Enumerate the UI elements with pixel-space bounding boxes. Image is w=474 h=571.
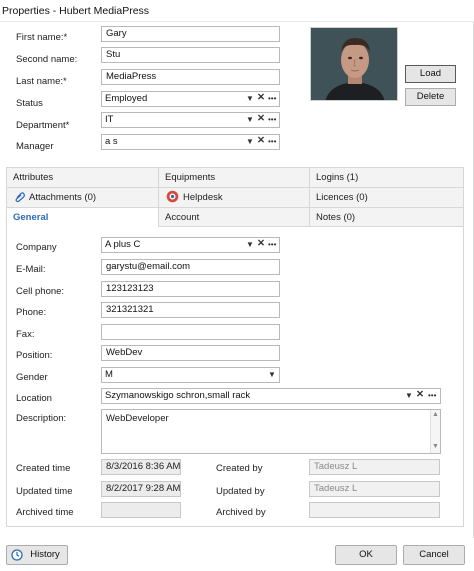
ellipsis-icon[interactable]: •••	[268, 240, 276, 250]
portrait-image	[311, 28, 397, 100]
description-scrollbar[interactable]: ▲ ▼	[430, 410, 440, 453]
manager-value: a s	[105, 136, 118, 147]
tab-helpdesk[interactable]: Helpdesk	[158, 187, 309, 207]
tab-licences[interactable]: Licences (0)	[309, 187, 464, 207]
chevron-down-icon[interactable]: ▼	[246, 94, 254, 104]
created-time-field: 8/3/2016 8:36 AM	[101, 459, 181, 475]
window-title: Properties - Hubert MediaPress	[2, 5, 150, 17]
manager-select[interactable]: a s ▼ ✕ •••	[101, 134, 280, 150]
location-select[interactable]: Szymanowskigo schron,small rack ▼ ✕ •••	[101, 388, 441, 404]
tab-attributes[interactable]: Attributes	[6, 167, 158, 187]
department-select[interactable]: IT ▼ ✕ •••	[101, 112, 280, 128]
paperclip-icon	[15, 192, 25, 203]
location-label: Location	[16, 393, 52, 404]
second-name-field[interactable]: Stu	[101, 47, 280, 63]
chevron-down-icon[interactable]: ▼	[268, 370, 276, 380]
first-name-label: First name:*	[16, 32, 68, 43]
chevron-down-icon[interactable]: ▼	[246, 240, 254, 250]
gender-label: Gender	[16, 372, 48, 383]
tab-account[interactable]: Account	[158, 207, 309, 227]
title-bar: Properties - Hubert MediaPress	[0, 0, 474, 22]
position-label: Position:	[16, 350, 53, 361]
profile-photo	[310, 27, 398, 101]
updated-time-label: Updated time	[16, 486, 73, 497]
ellipsis-icon[interactable]: •••	[428, 391, 436, 401]
ellipsis-icon[interactable]: •••	[268, 137, 276, 147]
archived-by-label: Archived by	[216, 507, 266, 518]
scroll-up-icon[interactable]: ▲	[432, 411, 439, 418]
status-value: Employed	[105, 93, 148, 104]
tab-attachments-label: Attachments (0)	[29, 192, 97, 203]
tab-general[interactable]: General	[6, 207, 158, 227]
tab-equipments[interactable]: Equipments	[158, 167, 309, 187]
tab-helpdesk-label: Helpdesk	[183, 192, 223, 203]
updated-by-label: Updated by	[216, 486, 265, 497]
status-label: Status	[16, 98, 43, 109]
close-icon[interactable]: ✕	[416, 390, 424, 400]
updated-time-field: 8/2/2017 9:28 AM	[101, 481, 181, 497]
dialog-footer: History OK Cancel	[0, 538, 474, 571]
gender-value: M	[105, 369, 113, 380]
helpdesk-icon	[166, 190, 179, 203]
phone-field[interactable]: 321321321	[101, 302, 280, 318]
email-field[interactable]: garystu@email.com	[101, 259, 280, 275]
last-name-label: Last name:*	[16, 76, 67, 87]
description-label: Description:	[16, 413, 67, 424]
first-name-field[interactable]: Gary	[101, 26, 280, 42]
chevron-down-icon[interactable]: ▼	[405, 391, 413, 401]
fax-field[interactable]	[101, 324, 280, 340]
delete-photo-button[interactable]: Delete	[405, 88, 456, 106]
load-photo-button[interactable]: Load	[405, 65, 456, 83]
cell-phone-label: Cell phone:	[16, 286, 65, 297]
second-name-label: Second name:	[16, 54, 78, 65]
cell-phone-field[interactable]: 123123123	[101, 281, 280, 297]
archived-time-label: Archived time	[16, 507, 74, 518]
close-icon[interactable]: ✕	[257, 239, 265, 249]
manager-label: Manager	[16, 141, 54, 152]
last-name-field[interactable]: MediaPress	[101, 69, 280, 85]
chevron-down-icon[interactable]: ▼	[246, 115, 254, 125]
position-field[interactable]: WebDev	[101, 345, 280, 361]
updated-by-field: Tadeusz L	[309, 481, 440, 497]
department-value: IT	[105, 114, 114, 125]
tab-attachments[interactable]: Attachments (0)	[6, 187, 158, 207]
close-icon[interactable]: ✕	[257, 114, 265, 124]
archived-time-field	[101, 502, 181, 518]
created-by-label: Created by	[216, 463, 263, 474]
ellipsis-icon[interactable]: •••	[268, 94, 276, 104]
chevron-down-icon[interactable]: ▼	[246, 137, 254, 147]
email-label: E-Mail:	[16, 264, 46, 275]
close-icon[interactable]: ✕	[257, 93, 265, 103]
company-label: Company	[16, 242, 57, 253]
department-label: Department*	[16, 120, 70, 131]
archived-by-field	[309, 502, 440, 518]
tab-notes[interactable]: Notes (0)	[309, 207, 464, 227]
close-icon[interactable]: ✕	[257, 136, 265, 146]
status-select[interactable]: Employed ▼ ✕ •••	[101, 91, 280, 107]
created-by-field: Tadeusz L	[309, 459, 440, 475]
created-time-label: Created time	[16, 463, 71, 474]
ellipsis-icon[interactable]: •••	[268, 115, 276, 125]
company-value: A plus C	[105, 239, 141, 250]
phone-label: Phone:	[16, 307, 47, 318]
fax-label: Fax:	[16, 329, 35, 340]
scroll-down-icon[interactable]: ▼	[432, 443, 439, 450]
tab-logins[interactable]: Logins (1)	[309, 167, 464, 187]
ok-button[interactable]: OK	[335, 545, 397, 565]
description-value: WebDeveloper	[106, 413, 169, 424]
description-textarea[interactable]: WebDeveloper ▲ ▼	[101, 409, 441, 454]
history-button-label: History	[30, 549, 60, 560]
location-value: Szymanowskigo schron,small rack	[105, 390, 251, 401]
history-icon	[11, 549, 23, 561]
company-select[interactable]: A plus C ▼ ✕ •••	[101, 237, 280, 253]
gender-select[interactable]: M ▼	[101, 367, 280, 383]
properties-window: Properties - Hubert MediaPress First nam…	[0, 0, 474, 571]
cancel-button[interactable]: Cancel	[403, 545, 465, 565]
